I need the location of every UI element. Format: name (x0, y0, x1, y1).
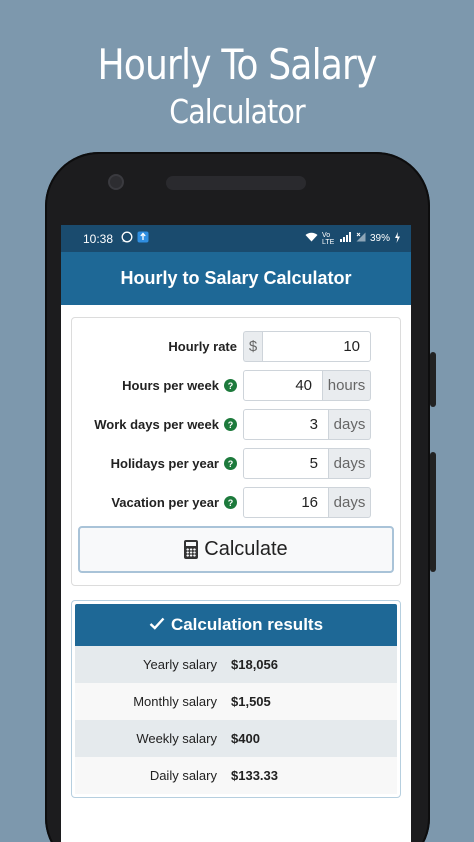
help-icon[interactable]: ? (224, 418, 237, 431)
work-days-input[interactable]: 3 (243, 409, 329, 440)
days-addon: days (329, 487, 371, 518)
vacation-input[interactable]: 16 (243, 487, 329, 518)
result-row-weekly: Weekly salary $400 (75, 720, 397, 757)
battery-icon (394, 231, 401, 246)
holidays-label: Holidays per year ? (78, 456, 243, 471)
app-notification-icon (137, 231, 149, 246)
hours-per-week-group: 40 hours (243, 370, 371, 401)
calculate-button[interactable]: Calculate (78, 526, 394, 573)
status-bar: 10:38 Vo LTE 39% (61, 225, 411, 252)
work-days-row: Work days per week ? 3 days (78, 409, 394, 440)
work-days-label-text: Work days per week (94, 417, 219, 432)
vacation-group: 16 days (243, 487, 371, 518)
yearly-salary-label: Yearly salary (143, 657, 217, 672)
results-title: Calculation results (170, 615, 324, 634)
calculate-button-label: Calculate (204, 538, 288, 560)
monthly-salary-label: Monthly salary (133, 694, 217, 709)
promo-subtitle: Calculator (169, 92, 305, 131)
monthly-salary-value: $1,505 (231, 694, 271, 709)
promo-title: Hourly To Salary (97, 40, 377, 89)
phone-volume-button (430, 452, 436, 572)
result-row-yearly: Yearly salary $18,056 (75, 646, 397, 683)
no-signal-icon (356, 232, 366, 245)
work-days-group: 3 days (243, 409, 371, 440)
daily-salary-value: $133.33 (231, 768, 278, 783)
result-row-monthly: Monthly salary $1,505 (75, 683, 397, 720)
status-right: Vo LTE 39% (305, 231, 401, 246)
daily-salary-label: Daily salary (149, 768, 217, 783)
holidays-group: 5 days (243, 448, 371, 479)
vacation-row: Vacation per year ? 16 days (78, 487, 394, 518)
calculator-icon (184, 540, 199, 559)
vacation-label: Vacation per year ? (78, 495, 243, 510)
weekly-salary-value: $400 (231, 731, 260, 746)
results-header: Calculation results (75, 604, 397, 646)
status-time: 10:38 (83, 231, 114, 246)
hourly-rate-label: Hourly rate (78, 339, 243, 354)
whatsapp-icon (121, 231, 133, 246)
hours-per-week-input[interactable]: 40 (243, 370, 323, 401)
holidays-row: Holidays per year ? 5 days (78, 448, 394, 479)
work-days-label: Work days per week ? (78, 417, 243, 432)
wifi-icon (305, 232, 318, 245)
hours-per-week-row: Hours per week ? 40 hours (78, 370, 394, 401)
holidays-label-text: Holidays per year (110, 456, 219, 471)
help-icon[interactable]: ? (224, 457, 237, 470)
phone-screen: 10:38 Vo LTE 39% Hourly to Salary Calcul… (61, 225, 411, 842)
currency-addon: $ (243, 331, 262, 362)
days-addon: days (329, 409, 371, 440)
app-title: Hourly to Salary Calculator (120, 268, 352, 288)
vacation-label-text: Vacation per year (111, 495, 219, 510)
help-icon[interactable]: ? (224, 496, 237, 509)
app-bar: Hourly to Salary Calculator (61, 252, 411, 305)
weekly-salary-label: Weekly salary (136, 731, 217, 746)
speaker-grille (166, 176, 306, 190)
help-icon[interactable]: ? (224, 379, 237, 392)
check-icon (149, 615, 165, 635)
signal-icon (339, 232, 352, 245)
volte-label: Vo LTE (321, 231, 335, 246)
days-addon: days (329, 448, 371, 479)
phone-side-button (430, 352, 436, 407)
results-table: Yearly salary $18,056 Monthly salary $1,… (75, 646, 397, 794)
battery-text: 39% (369, 233, 390, 244)
result-row-daily: Daily salary $133.33 (75, 757, 397, 794)
holidays-input[interactable]: 5 (243, 448, 329, 479)
hourly-rate-input[interactable]: 10 (262, 331, 371, 362)
hourly-rate-row: Hourly rate $ 10 (78, 331, 394, 362)
main-content: Hourly rate $ 10 Hours per week ? 40 hou… (61, 305, 411, 842)
hours-per-week-label: Hours per week ? (78, 378, 243, 393)
results-card: Calculation results Yearly salary $18,05… (71, 600, 401, 798)
yearly-salary-value: $18,056 (231, 657, 278, 672)
hours-per-week-label-text: Hours per week (122, 378, 219, 393)
input-form: Hourly rate $ 10 Hours per week ? 40 hou… (71, 317, 401, 586)
hourly-rate-label-text: Hourly rate (168, 339, 237, 354)
hours-addon: hours (323, 370, 371, 401)
camera-icon (108, 174, 124, 190)
hourly-rate-group: $ 10 (243, 331, 371, 362)
